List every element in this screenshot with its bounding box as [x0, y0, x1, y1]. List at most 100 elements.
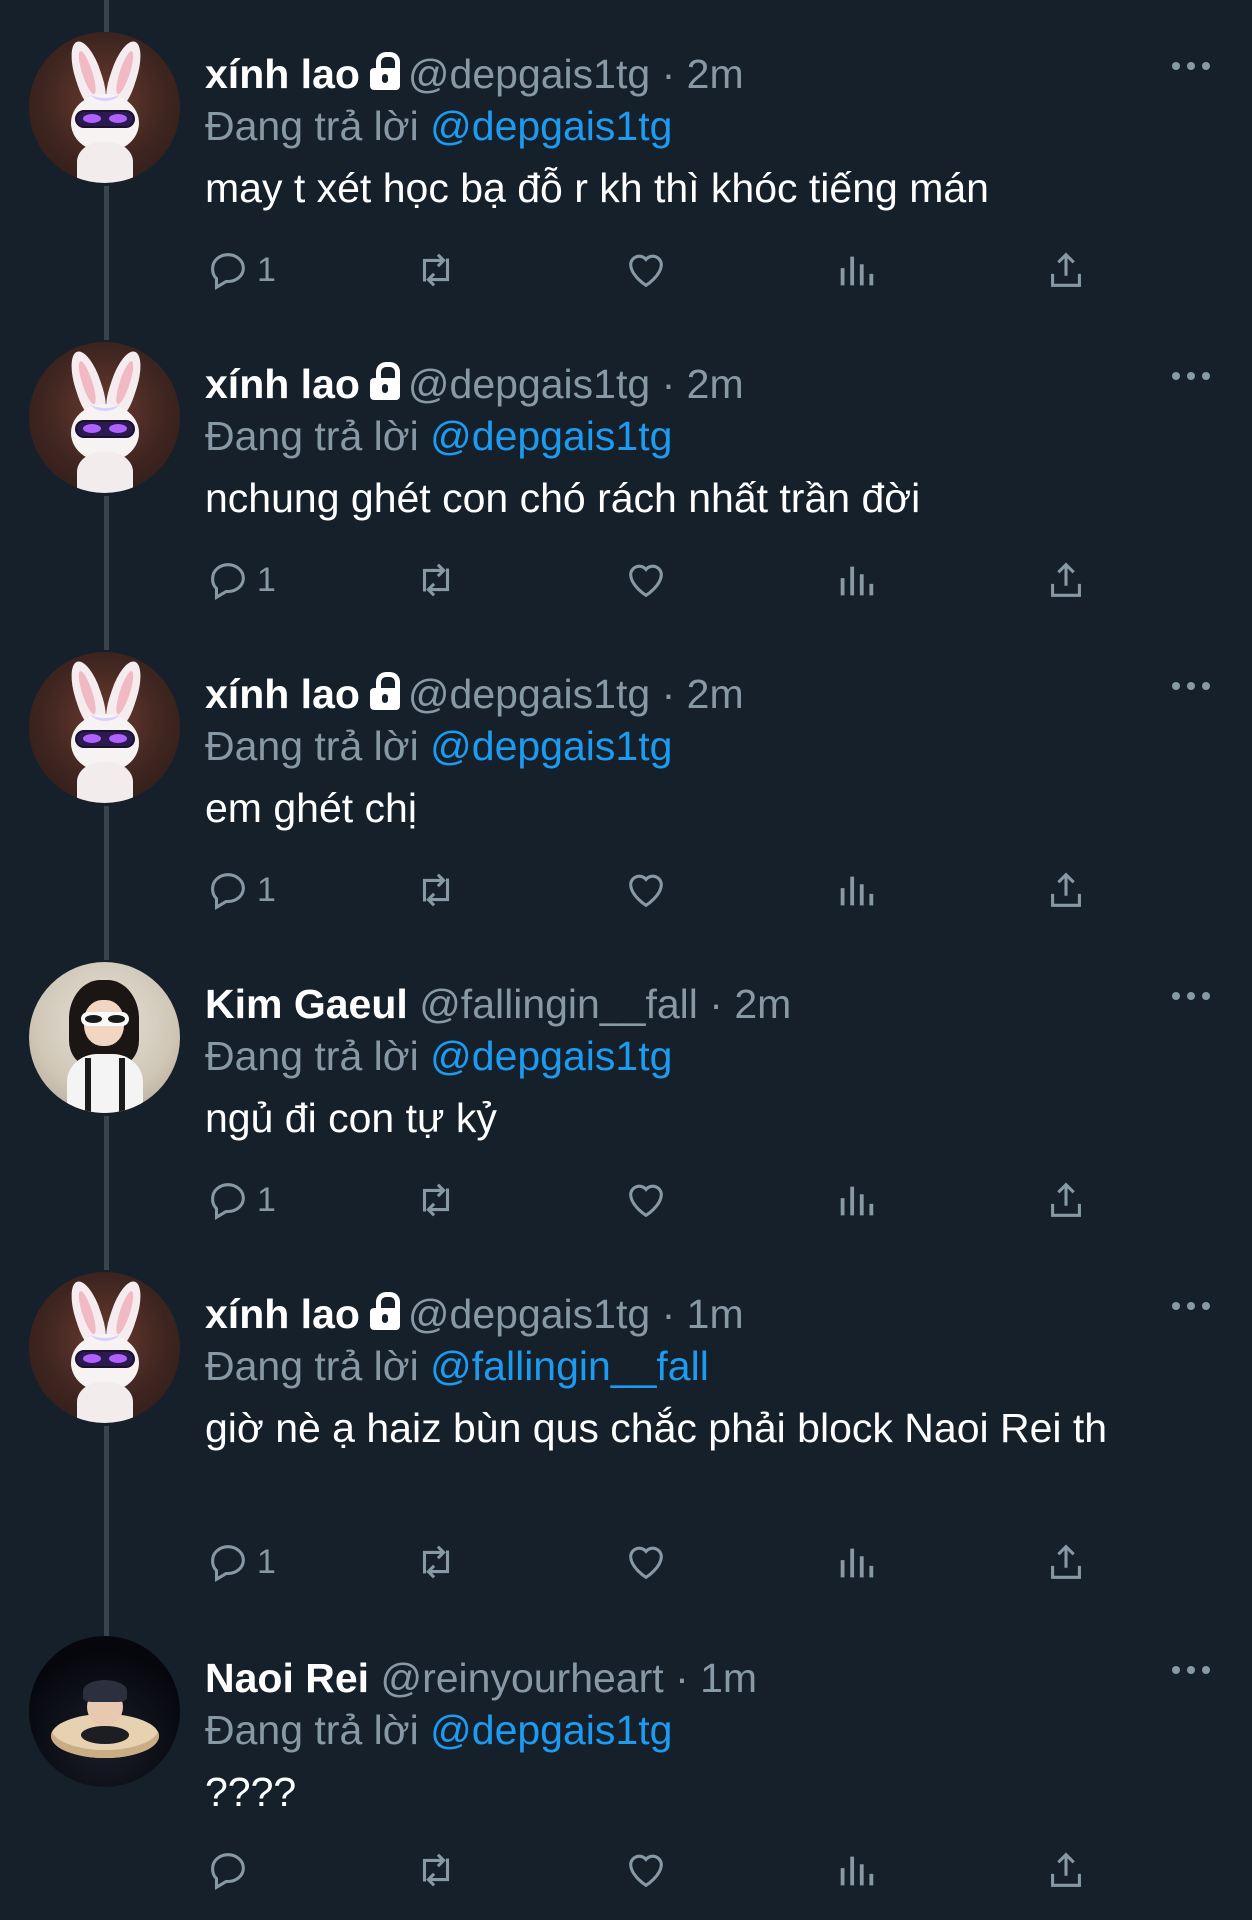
tweet-text: ????	[205, 1769, 297, 1815]
tweet[interactable]: xính lao @depgais1tg · 2m Đang trả lời @d…	[0, 32, 1252, 342]
more-icon[interactable]	[1170, 988, 1214, 1002]
user-handle[interactable]: @depgais1tg	[408, 51, 650, 97]
share-icon	[1051, 1544, 1081, 1579]
share-button[interactable]	[1043, 242, 1089, 298]
reply-mention[interactable]: @depgais1tg	[430, 1707, 672, 1753]
reply-mention[interactable]: @depgais1tg	[430, 1033, 672, 1079]
reply-icon	[211, 1183, 245, 1220]
reply-count: 1	[257, 560, 276, 599]
reply-prefix: Đang trả lời	[205, 1343, 419, 1389]
share-button[interactable]	[1043, 862, 1089, 918]
avatar[interactable]	[29, 1272, 180, 1423]
action-bar: 1	[205, 242, 1105, 298]
reply-button[interactable]: 1	[205, 1172, 276, 1228]
avatar[interactable]	[29, 342, 180, 493]
separator: ·	[661, 1291, 676, 1337]
separator: ·	[661, 51, 676, 97]
tweet[interactable]: xính lao @depgais1tg · 2m Đang trả lời @d…	[0, 342, 1252, 652]
views-button[interactable]	[833, 1842, 879, 1898]
retweet-button[interactable]	[413, 1842, 459, 1898]
user-handle[interactable]: @depgais1tg	[408, 1291, 650, 1337]
analytics-icon	[840, 256, 874, 286]
user-handle[interactable]: @fallingin__fall	[419, 981, 698, 1027]
like-button[interactable]	[623, 1172, 669, 1228]
views-button[interactable]	[833, 1172, 879, 1228]
timestamp[interactable]: 2m	[687, 361, 744, 407]
like-button[interactable]	[623, 1534, 669, 1590]
like-button[interactable]	[623, 862, 669, 918]
tweet-text: nchung ghét con chó rách nhất trần đời	[205, 475, 921, 521]
tweet-header: xính lao @depgais1tg · 2m	[205, 670, 744, 718]
user-handle[interactable]: @reinyourheart	[380, 1655, 663, 1701]
share-icon	[1051, 1852, 1081, 1887]
reply-mention[interactable]: @depgais1tg	[430, 103, 672, 149]
timestamp[interactable]: 2m	[734, 981, 791, 1027]
share-button[interactable]	[1043, 1842, 1089, 1898]
retweet-button[interactable]	[413, 1172, 459, 1228]
user-handle[interactable]: @depgais1tg	[408, 361, 650, 407]
display-name[interactable]: xính lao	[205, 671, 360, 717]
lock-icon	[368, 362, 402, 400]
share-button[interactable]	[1043, 1534, 1089, 1590]
reply-mention[interactable]: @depgais1tg	[430, 723, 672, 769]
like-button[interactable]	[623, 242, 669, 298]
action-bar: 1	[205, 1172, 1105, 1228]
reply-count: 1	[257, 1542, 276, 1581]
tweet-header: xính lao @depgais1tg · 2m	[205, 360, 744, 408]
share-button[interactable]	[1043, 552, 1089, 608]
timestamp[interactable]: 1m	[700, 1655, 757, 1701]
timestamp[interactable]: 1m	[687, 1291, 744, 1337]
more-icon[interactable]	[1170, 58, 1214, 72]
analytics-icon	[840, 1856, 874, 1886]
retweet-icon	[422, 563, 450, 597]
retweet-icon	[422, 1853, 450, 1887]
display-name[interactable]: xính lao	[205, 1291, 360, 1337]
reply-button[interactable]	[205, 1842, 257, 1898]
share-button[interactable]	[1043, 1172, 1089, 1228]
thread-line	[104, 0, 109, 32]
avatar[interactable]	[29, 1636, 180, 1787]
tweet[interactable]: xính lao @depgais1tg · 1m Đang trả lời @f…	[0, 1272, 1252, 1632]
views-button[interactable]	[833, 1534, 879, 1590]
reply-prefix: Đang trả lời	[205, 103, 419, 149]
avatar[interactable]	[29, 652, 180, 803]
timestamp[interactable]: 2m	[687, 51, 744, 97]
more-icon[interactable]	[1170, 368, 1214, 382]
display-name[interactable]: xính lao	[205, 51, 360, 97]
display-name[interactable]: xính lao	[205, 361, 360, 407]
reply-mention[interactable]: @depgais1tg	[430, 413, 672, 459]
tweet[interactable]: Naoi Rei @reinyourheart · 1m Đang trả lờ…	[0, 1636, 1252, 1920]
reply-button[interactable]: 1	[205, 1534, 276, 1590]
share-icon	[1051, 562, 1081, 597]
reply-button[interactable]: 1	[205, 242, 276, 298]
display-name[interactable]: Kim Gaeul	[205, 981, 408, 1027]
user-handle[interactable]: @depgais1tg	[408, 671, 650, 717]
more-icon[interactable]	[1170, 1298, 1214, 1312]
more-icon[interactable]	[1170, 1662, 1214, 1676]
retweet-icon	[422, 1183, 450, 1217]
retweet-button[interactable]	[413, 242, 459, 298]
reply-button[interactable]: 1	[205, 862, 276, 918]
tweet[interactable]: Kim Gaeul @fallingin__fall · 2m Đang trả…	[0, 962, 1252, 1272]
retweet-button[interactable]	[413, 862, 459, 918]
like-button[interactable]	[623, 1842, 669, 1898]
reply-context: Đang trả lời @fallingin__fall	[205, 1342, 709, 1390]
views-button[interactable]	[833, 862, 879, 918]
display-name[interactable]: Naoi Rei	[205, 1655, 369, 1701]
lock-icon	[368, 672, 402, 710]
timestamp[interactable]: 2m	[687, 671, 744, 717]
reply-button[interactable]: 1	[205, 552, 276, 608]
reply-count: 1	[257, 870, 276, 909]
retweet-button[interactable]	[413, 552, 459, 608]
views-button[interactable]	[833, 552, 879, 608]
tweet[interactable]: xính lao @depgais1tg · 2m Đang trả lời @d…	[0, 652, 1252, 962]
more-icon[interactable]	[1170, 678, 1214, 692]
like-button[interactable]	[623, 552, 669, 608]
retweet-icon	[422, 253, 450, 287]
reply-mention[interactable]: @fallingin__fall	[430, 1343, 709, 1389]
retweet-button[interactable]	[413, 1534, 459, 1590]
avatar[interactable]	[29, 32, 180, 183]
reply-icon	[211, 1545, 245, 1582]
views-button[interactable]	[833, 242, 879, 298]
avatar[interactable]	[29, 962, 180, 1113]
